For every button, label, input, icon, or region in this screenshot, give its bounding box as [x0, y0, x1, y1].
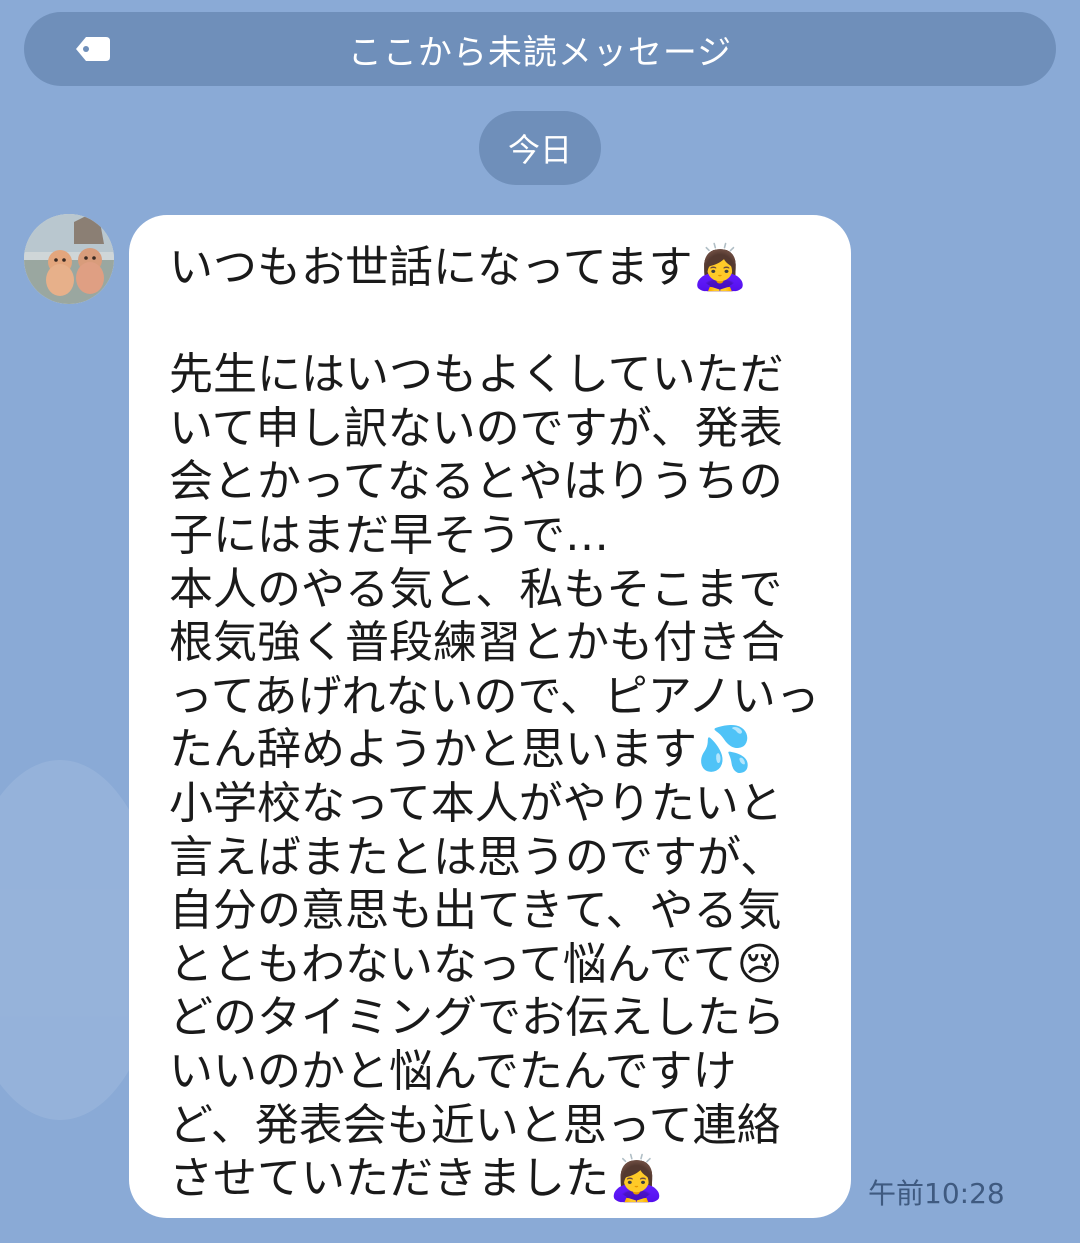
unread-banner-label: ここから未読メッセージ	[347, 32, 733, 73]
date-separator: 今日	[479, 111, 601, 185]
avatar[interactable]	[24, 214, 114, 304]
tag-icon	[76, 37, 110, 61]
message-text: いつもお世話になってます🙇‍♀️ 先生にはいつもよくしていただいて申し訳ないので…	[169, 242, 820, 1205]
date-separator-label: 今日	[507, 131, 572, 169]
avatar-photo	[24, 214, 114, 304]
message-bubble[interactable]: いつもお世話になってます🙇‍♀️ 先生にはいつもよくしていただいて申し訳ないので…	[129, 215, 851, 1218]
unread-messages-banner[interactable]: ここから未読メッセージ	[24, 12, 1056, 86]
message-timestamp: 午前10:28	[868, 1177, 1005, 1210]
